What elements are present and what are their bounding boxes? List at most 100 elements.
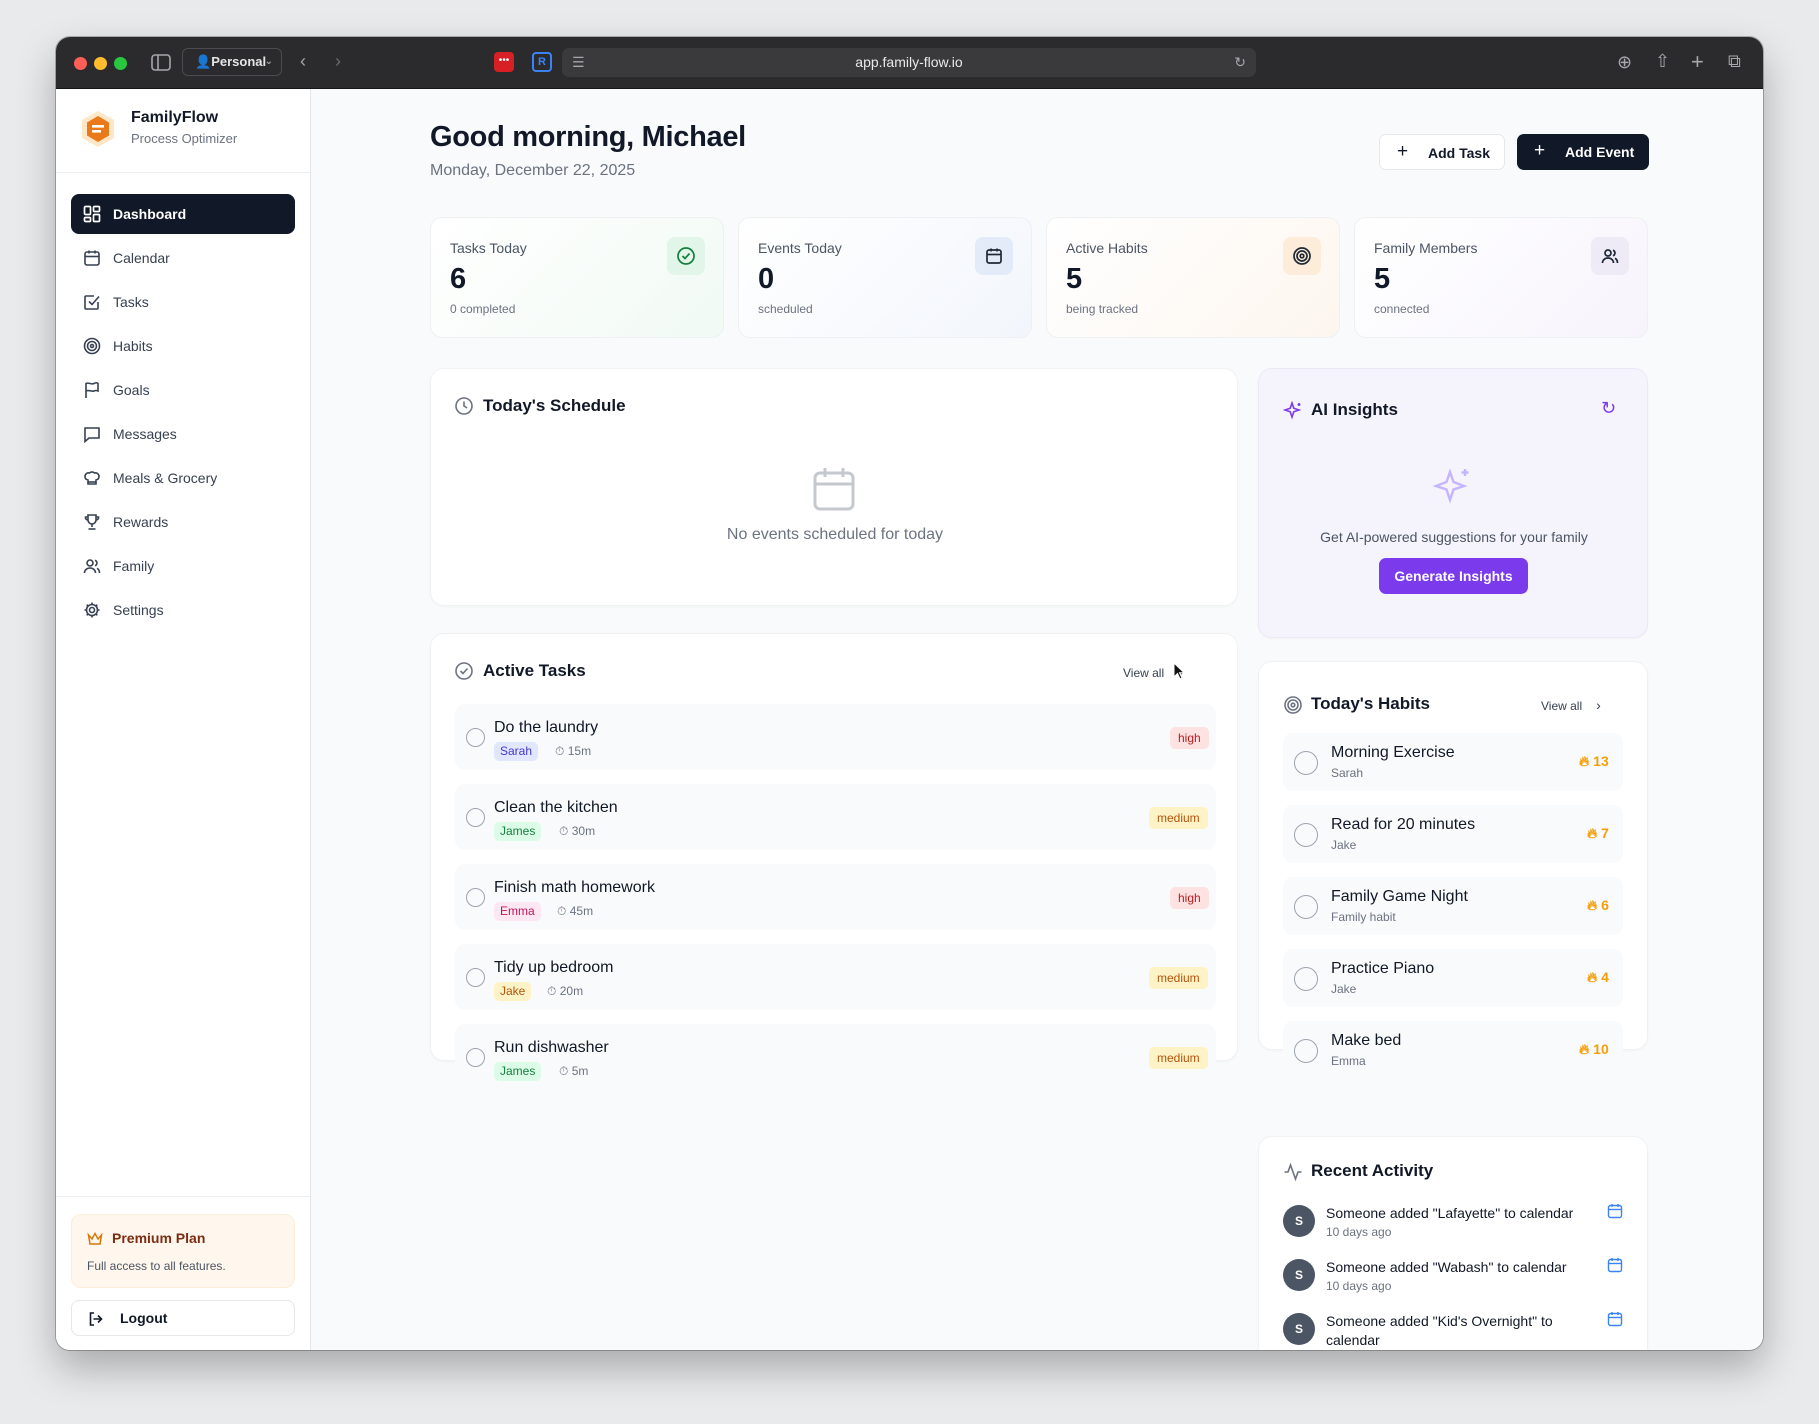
stat-card-tasks-today: Tasks Today 6 0 completed <box>430 217 724 338</box>
sidebar-item-rewards[interactable]: Rewards <box>71 502 295 542</box>
add-task-button[interactable]: + Add Task <box>1379 134 1505 170</box>
habit-streak: 🔥︎ 10 <box>1579 1041 1609 1058</box>
app-root: FamilyFlow Process Optimizer Dashboard C… <box>56 89 1763 1350</box>
task-row[interactable]: Run dishwasher James ⏱ 5m medium <box>455 1024 1216 1090</box>
person-icon: 👤 <box>195 54 212 69</box>
stat-label: Family Members <box>1374 240 1478 256</box>
stat-sub: scheduled <box>758 302 813 316</box>
maximize-window-button[interactable] <box>114 57 127 70</box>
calendar-icon <box>1607 1204 1623 1219</box>
activity-item: S Someone added "Kid's Overnight" to cal… <box>1283 1312 1623 1350</box>
back-icon[interactable]: ‹ <box>300 52 306 70</box>
task-name: Finish math homework <box>494 879 655 896</box>
sidebar-item-messages[interactable]: Messages <box>71 414 295 454</box>
habit-name: Read for 20 minutes <box>1331 816 1476 833</box>
habit-checkbox[interactable] <box>1294 823 1318 847</box>
habit-checkbox[interactable] <box>1294 751 1318 775</box>
task-checkbox[interactable] <box>466 968 485 987</box>
sidebar: FamilyFlow Process Optimizer Dashboard C… <box>56 89 311 1350</box>
habit-streak: 🔥︎ 4 <box>1587 969 1609 986</box>
mouse-cursor-icon <box>1173 662 1185 680</box>
minimize-window-button[interactable] <box>94 57 107 70</box>
habit-row[interactable]: Morning Exercise Sarah 🔥︎ 13 <box>1283 733 1623 791</box>
new-tab-icon[interactable]: + <box>1691 51 1704 73</box>
calendar-icon <box>1607 1312 1623 1327</box>
calendar-icon <box>84 250 100 266</box>
browser-toolbar: 👤Personal ⌄ ‹ › ••• R ☰ app.family-flow.io… <box>56 37 1763 89</box>
assignee-tag: Jake <box>494 982 532 1001</box>
task-duration: ⏱ 5m <box>559 1064 588 1079</box>
premium-title: Premium Plan <box>112 1230 206 1246</box>
page-settings-icon[interactable]: ☰ <box>572 48 585 77</box>
task-checkbox[interactable] <box>466 808 485 827</box>
priority-badge: medium <box>1149 1047 1208 1069</box>
flag-icon <box>85 381 99 398</box>
activity-item: S Someone added "Lafayette" to calendar … <box>1283 1204 1623 1255</box>
checkbox-icon <box>84 295 100 310</box>
logout-icon <box>89 1312 103 1326</box>
sidebar-toggle-icon[interactable] <box>151 54 171 71</box>
extension-r-icon[interactable]: R <box>532 52 552 72</box>
habit-row[interactable]: Family Game Night Family habit 🔥︎ 6 <box>1283 877 1623 935</box>
target-icon <box>1284 696 1302 714</box>
avatar: S <box>1283 1205 1315 1237</box>
chef-hat-icon <box>84 471 100 485</box>
logout-button[interactable]: Logout <box>71 1300 295 1336</box>
view-all-label: View all <box>1541 699 1583 713</box>
task-checkbox[interactable] <box>466 728 485 747</box>
url-text: app.family-flow.io <box>855 54 963 70</box>
close-window-button[interactable] <box>74 57 87 70</box>
sidebar-item-family[interactable]: Family <box>71 546 295 586</box>
generate-insights-button[interactable]: Generate Insights <box>1379 558 1528 594</box>
duration-value: 45m <box>569 904 594 918</box>
habit-checkbox[interactable] <box>1294 967 1318 991</box>
flame-icon: 🔥︎ <box>1579 1041 1590 1057</box>
habit-owner: Jake <box>1331 982 1357 996</box>
message-icon <box>84 427 100 443</box>
habit-checkbox[interactable] <box>1294 895 1318 919</box>
task-duration: ⏱ 45m <box>557 904 593 919</box>
habit-row[interactable]: Practice Piano Jake 🔥︎ 4 <box>1283 949 1623 1007</box>
task-name: Tidy up bedroom <box>494 959 614 976</box>
task-row[interactable]: Tidy up bedroom Jake ⏱ 20m medium <box>455 944 1216 1010</box>
profile-switcher[interactable]: 👤Personal ⌄ <box>182 48 282 76</box>
sidebar-item-calendar[interactable]: Calendar <box>71 238 295 278</box>
sidebar-item-settings[interactable]: Settings <box>71 590 295 630</box>
sidebar-item-label: Habits <box>113 338 153 354</box>
tabs-overview-icon[interactable]: ⧉ <box>1728 52 1741 70</box>
grid-icon <box>83 205 101 223</box>
task-row[interactable]: Clean the kitchen James ⏱ 30m medium <box>455 784 1216 850</box>
habit-row[interactable]: Make bed Emma 🔥︎ 10 <box>1283 1021 1623 1079</box>
chevron-down-icon: ⌄ <box>264 56 273 67</box>
sidebar-item-habits[interactable]: Habits <box>71 326 295 366</box>
priority-badge: medium <box>1149 967 1208 989</box>
task-row[interactable]: Finish math homework Emma ⏱ 45m high <box>455 864 1216 930</box>
task-row[interactable]: Do the laundry Sarah ⏱ 15m high <box>455 704 1216 770</box>
habit-row[interactable]: Read for 20 minutes Jake 🔥︎ 7 <box>1283 805 1623 863</box>
sidebar-item-goals[interactable]: Goals <box>71 370 295 410</box>
sidebar-item-label: Family <box>113 558 155 574</box>
recent-activity-title: Recent Activity <box>1311 1161 1434 1180</box>
forward-icon[interactable]: › <box>335 52 341 70</box>
sidebar-item-tasks[interactable]: Tasks <box>71 282 295 322</box>
task-checkbox[interactable] <box>466 1048 485 1067</box>
refresh-icon[interactable]: ↻ <box>1601 398 1616 419</box>
address-bar[interactable]: ☰ app.family-flow.io ↻ <box>562 48 1256 77</box>
habit-name: Make bed <box>1331 1032 1402 1049</box>
habit-checkbox[interactable] <box>1294 1039 1318 1063</box>
share-icon[interactable]: ⇧ <box>1655 52 1670 70</box>
task-checkbox[interactable] <box>466 888 485 907</box>
sidebar-item-label: Tasks <box>113 294 149 310</box>
sidebar-item-dashboard[interactable]: Dashboard <box>71 194 295 234</box>
add-event-button[interactable]: + Add Event <box>1517 134 1649 170</box>
habits-title: Today's Habits <box>1311 694 1430 713</box>
sidebar-item-meals-grocery[interactable]: Meals & Grocery <box>71 458 295 498</box>
reload-icon[interactable]: ↻ <box>1234 48 1246 77</box>
extension-icon[interactable]: ••• <box>494 52 514 72</box>
plus-icon: + <box>1397 141 1409 162</box>
chevron-right-icon: › <box>1596 697 1601 713</box>
assignee-tag: Sarah <box>494 742 539 761</box>
sidebar-item-label: Settings <box>113 602 164 618</box>
download-icon[interactable]: ⊕ <box>1617 53 1632 71</box>
habits-view-all-link[interactable]: View all › <box>1541 697 1601 713</box>
